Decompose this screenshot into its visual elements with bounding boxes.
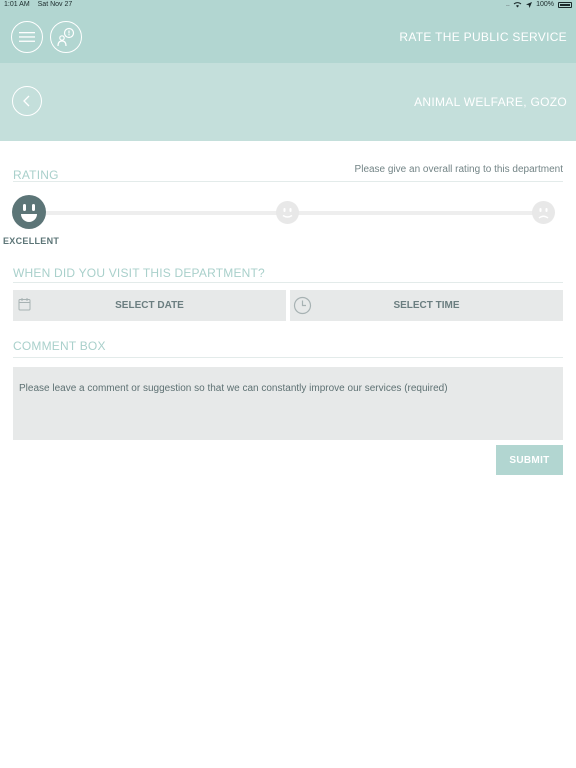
visit-label: WHEN DID YOU VISIT THIS DEPARTMENT? <box>13 266 265 280</box>
status-time: 1:01 AM <box>4 1 30 8</box>
department-title: ANIMAL WELFARE, GOZO <box>414 95 567 109</box>
rating-option-poor[interactable] <box>532 201 555 224</box>
comment-divider <box>13 357 563 358</box>
person-speech-icon <box>57 27 75 47</box>
rating-option-excellent[interactable] <box>12 195 46 229</box>
select-date-label: SELECT DATE <box>115 300 184 311</box>
neutral-face-icon <box>282 208 293 218</box>
rating-hint: Please give an overall rating to this de… <box>354 164 563 175</box>
calendar-icon <box>18 298 31 311</box>
select-time-button[interactable]: SELECT TIME <box>290 290 563 321</box>
rate-service-button[interactable] <box>50 21 82 53</box>
select-time-label: SELECT TIME <box>393 300 460 311</box>
menu-button[interactable] <box>11 21 43 53</box>
status-left: 1:01 AM Sat Nov 27 <box>4 1 78 8</box>
signal-icon: .... <box>505 1 510 8</box>
submit-button[interactable]: SUBMIT <box>496 445 563 475</box>
battery-percent: 100% <box>536 1 554 8</box>
chevron-left-icon <box>23 95 30 107</box>
sad-face-icon <box>538 208 549 219</box>
rating-option-neutral[interactable] <box>276 201 299 224</box>
app-header: RATE THE PUBLIC SERVICE <box>0 11 576 63</box>
status-right: .... 100% <box>505 1 572 8</box>
page-title: RATE THE PUBLIC SERVICE <box>399 30 567 44</box>
wifi-icon <box>513 2 522 8</box>
rating-divider <box>13 181 563 182</box>
department-header: ANIMAL WELFARE, GOZO <box>0 63 576 141</box>
status-date: Sat Nov 27 <box>37 1 73 8</box>
back-button[interactable] <box>12 86 42 116</box>
hamburger-icon <box>19 32 35 42</box>
rating-label: RATING <box>13 168 59 182</box>
status-bar: 1:01 AM Sat Nov 27 .... 100% <box>0 0 576 11</box>
smile-face-icon <box>21 204 37 222</box>
clock-icon <box>293 296 312 315</box>
select-date-button[interactable]: SELECT DATE <box>13 290 286 321</box>
visit-divider <box>13 282 563 283</box>
comment-label: COMMENT BOX <box>13 339 106 353</box>
battery-icon <box>558 1 572 8</box>
comment-textarea[interactable] <box>13 367 563 440</box>
rating-selected-label: EXCELLENT <box>3 236 60 246</box>
comment-placeholder: Please leave a comment or suggestion so … <box>19 383 448 394</box>
location-icon <box>526 1 533 8</box>
